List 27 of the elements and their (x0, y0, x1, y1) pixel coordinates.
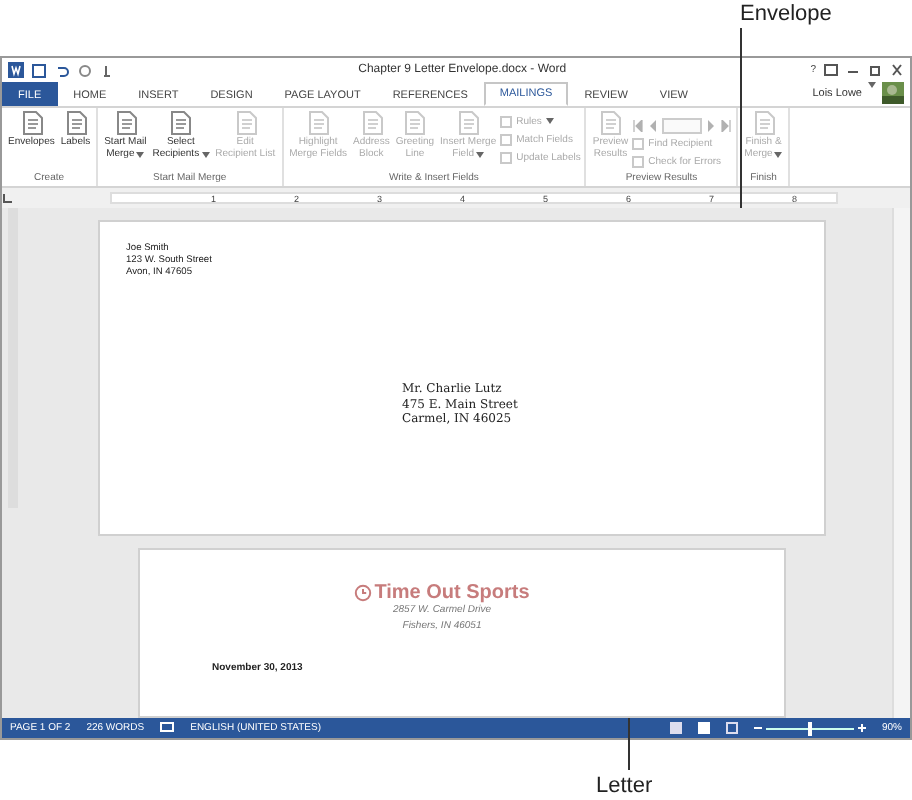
print-layout-icon (697, 722, 710, 734)
save-icon (32, 63, 46, 77)
caret-icon (545, 118, 554, 124)
undo-icon (54, 63, 70, 77)
callout-label: Letter (596, 774, 653, 798)
zoom-in-icon[interactable] (857, 724, 866, 732)
last-record-icon (720, 120, 733, 132)
caret-icon (868, 82, 876, 88)
clock-icon (354, 584, 373, 602)
word-logo-icon (8, 62, 24, 78)
proofing-icon (160, 722, 175, 734)
caret-icon (136, 151, 145, 157)
callout-label: Envelope (740, 2, 832, 26)
caret-icon (201, 151, 210, 157)
company-name: Time Out Sports (374, 582, 530, 604)
read-mode-icon (669, 722, 682, 734)
close-icon (890, 64, 904, 76)
scrollbar[interactable] (892, 208, 910, 718)
zoom-thumb[interactable] (807, 721, 812, 735)
ribbon-options-icon (824, 64, 838, 76)
web-layout-icon (725, 722, 738, 734)
zoom-out-icon[interactable] (753, 724, 762, 732)
first-record-icon (632, 120, 645, 132)
restore-icon (868, 64, 882, 76)
caret-icon (475, 151, 484, 157)
caret-icon (774, 151, 783, 157)
tab-selector-icon (2, 192, 14, 204)
